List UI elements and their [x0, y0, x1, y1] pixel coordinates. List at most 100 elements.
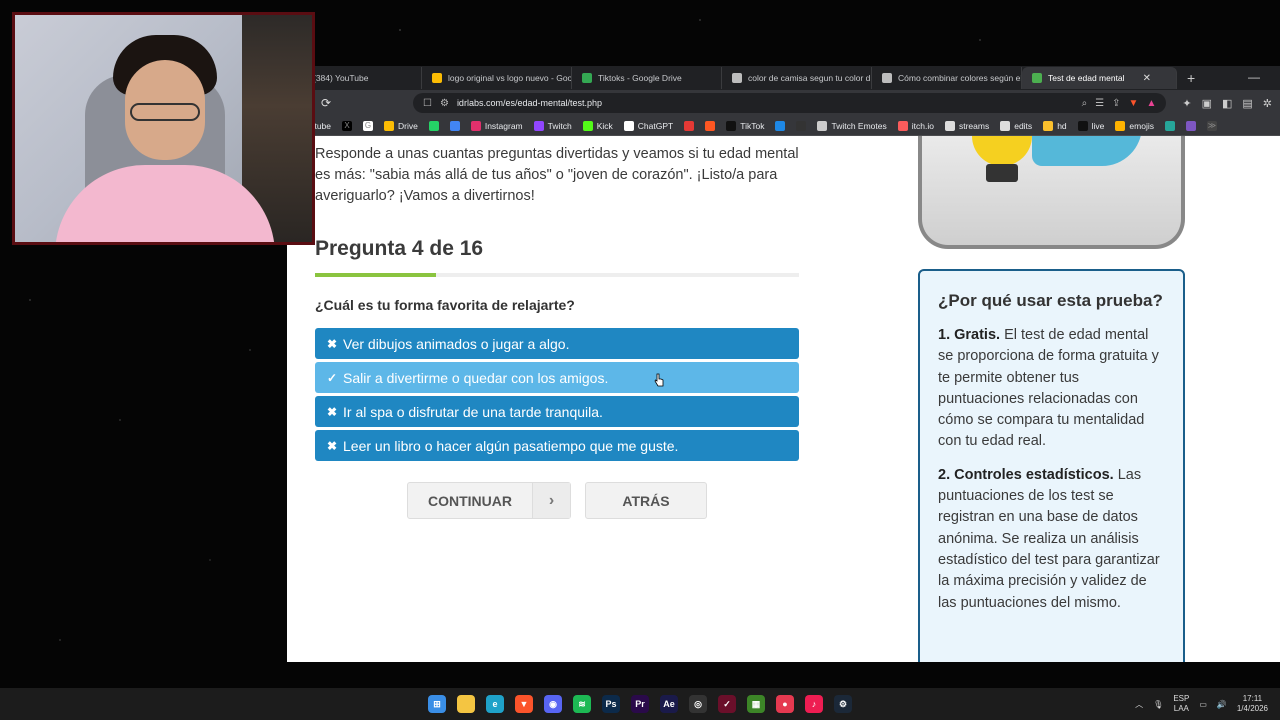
- bookmark-item[interactable]: live: [1077, 120, 1105, 131]
- check-icon: ✓: [327, 370, 338, 385]
- bookmark-item[interactable]: streams: [944, 120, 989, 131]
- clock-date: 1/4/2026: [1236, 704, 1268, 713]
- bookmark-label: emojis: [1129, 120, 1154, 131]
- browser-tab[interactable]: Test de edad mental ✕: [1022, 67, 1177, 89]
- record-icon[interactable]: ●: [776, 695, 794, 713]
- answer-list: ✖ Ver dibujos animados o jugar a algo. ✓…: [315, 328, 799, 461]
- point-free: 1. Gratis. El test de edad mental se pro…: [938, 325, 1165, 453]
- language-top: ESP: [1173, 694, 1190, 703]
- browser-tab[interactable]: color de camisa segun tu color d: [722, 67, 872, 89]
- point-free-text: El test de edad mental se proporciona de…: [938, 327, 1159, 450]
- bookmark-item[interactable]: [796, 120, 807, 131]
- minecraft-icon[interactable]: ▦: [747, 695, 765, 713]
- answer-label: Ir al spa o disfrutar de una tarde tranq…: [343, 403, 603, 420]
- bookmark-favicon-icon: X: [342, 120, 352, 131]
- browser-tab[interactable]: logo original vs logo nuevo - Goo: [422, 67, 572, 89]
- volume-icon[interactable]: 🔊: [1217, 700, 1227, 709]
- url-text[interactable]: idrlabs.com/es/edad-mental/test.php: [457, 98, 1074, 108]
- bookmark-item[interactable]: Twitch Emotes: [817, 120, 887, 131]
- close-tab-icon[interactable]: ✕: [1143, 73, 1151, 84]
- tiktok-icon[interactable]: ♪: [805, 695, 823, 713]
- back-button[interactable]: ATRÁS: [585, 482, 707, 519]
- bookmark-favicon-icon: [1043, 120, 1054, 131]
- edge-icon[interactable]: e: [486, 695, 504, 713]
- hand-cursor-icon: [654, 373, 664, 387]
- bookmark-label: live: [1091, 120, 1105, 131]
- bookmark-item[interactable]: Kick: [582, 120, 613, 131]
- wallet-icon[interactable]: ▣: [1202, 97, 1212, 110]
- bookmark-item[interactable]: [449, 120, 460, 131]
- photoshop-icon[interactable]: Ps: [602, 695, 620, 713]
- bookmark-item[interactable]: [1185, 120, 1196, 131]
- answer-option-1[interactable]: ✖ Ver dibujos animados o jugar a algo.: [315, 328, 799, 359]
- reload-icon[interactable]: ⟳: [319, 96, 333, 110]
- zoom-icon[interactable]: ⌕: [1082, 98, 1088, 109]
- bookmark-favicon-icon: [1164, 120, 1175, 131]
- question-title: Pregunta 4 de 16: [315, 237, 484, 260]
- tab-label: logo original vs logo nuevo - Goo: [448, 73, 572, 83]
- microphone-icon[interactable]: 🎙: [1153, 700, 1163, 709]
- nav-bar: › ⟳ ☐ ⚙ idrlabs.com/es/edad-mental/test.…: [287, 90, 1280, 116]
- browser-tab[interactable]: Cómo combinar colores según el: [872, 67, 1022, 89]
- tab-favicon-icon: [732, 73, 742, 83]
- continue-button[interactable]: CONTINUAR ›: [407, 482, 571, 519]
- premiere-icon[interactable]: Pr: [631, 695, 649, 713]
- clock[interactable]: 17:11 1/4/2026: [1237, 694, 1268, 714]
- bookmark-label: Twitch Emotes: [831, 120, 887, 131]
- discord-icon[interactable]: ◉: [544, 695, 562, 713]
- share-icon[interactable]: ⇪: [1112, 98, 1120, 109]
- reader-icon[interactable]: ☰: [1095, 98, 1104, 109]
- bookmark-item[interactable]: Drive: [384, 120, 418, 131]
- bookmark-favicon-icon: [705, 120, 716, 131]
- tabs-icon[interactable]: ▤: [1242, 97, 1252, 110]
- brave-shield-icon[interactable]: ▼: [1129, 98, 1139, 109]
- bookmarks-bar: outube X G Drive Instagram Twitch Kick ChatGPT T…: [287, 116, 1280, 136]
- brave-icon[interactable]: ▼: [515, 695, 533, 713]
- bookmark-item[interactable]: [1164, 120, 1175, 131]
- answer-option-2[interactable]: ✓ Salir a divertirme o quedar con los am…: [315, 362, 799, 393]
- language-indicator[interactable]: ESP LAA: [1173, 694, 1189, 714]
- steam-icon[interactable]: ⚙: [834, 695, 852, 713]
- bookmark-item[interactable]: [428, 120, 439, 131]
- bookmark-item[interactable]: ChatGPT: [623, 120, 674, 131]
- extensions-icon[interactable]: ✦: [1182, 97, 1191, 110]
- brave-rewards-icon[interactable]: ▲: [1146, 98, 1156, 109]
- bookmark-item[interactable]: X: [342, 120, 352, 131]
- bookmark-item[interactable]: [775, 120, 786, 131]
- spotify-icon[interactable]: ≋: [573, 695, 591, 713]
- tray-chevron-icon[interactable]: ︿: [1135, 699, 1143, 710]
- bookmark-item[interactable]: ≫: [1206, 120, 1217, 131]
- bookmark-item[interactable]: TikTok: [726, 120, 764, 131]
- tab-label: (384) YouTube: [313, 73, 369, 83]
- address-bar[interactable]: ☐ ⚙ idrlabs.com/es/edad-mental/test.php …: [413, 93, 1167, 113]
- bookmark-item[interactable]: G: [363, 120, 373, 131]
- minimize-button[interactable]: —: [1248, 70, 1260, 84]
- after-effects-icon[interactable]: Ae: [660, 695, 678, 713]
- bookmark-icon[interactable]: ☐: [423, 98, 432, 109]
- bookmark-favicon-icon: [1115, 120, 1126, 131]
- bookmark-item[interactable]: hd: [1043, 120, 1067, 131]
- answer-option-4[interactable]: ✖ Leer un libro o hacer algún pasatiempo…: [315, 430, 799, 461]
- vegas-icon[interactable]: ✓: [718, 695, 736, 713]
- bookmark-item[interactable]: edits: [1000, 120, 1032, 131]
- bookmark-label: ChatGPT: [637, 120, 674, 131]
- network-icon[interactable]: ▭: [1199, 700, 1207, 709]
- site-info-icon[interactable]: ⚙: [440, 98, 449, 109]
- bookmark-item[interactable]: [705, 120, 716, 131]
- bookmark-item[interactable]: Instagram: [470, 120, 523, 131]
- windows-start-icon[interactable]: ⊞: [428, 695, 446, 713]
- menu-icon[interactable]: ✲: [1263, 97, 1272, 110]
- sidebar-icon[interactable]: ◧: [1222, 97, 1232, 110]
- new-tab-button[interactable]: +: [1177, 70, 1205, 86]
- bookmark-item[interactable]: Twitch: [533, 120, 572, 131]
- file-explorer-icon[interactable]: [457, 695, 475, 713]
- answer-option-3[interactable]: ✖ Ir al spa o disfrutar de una tarde tra…: [315, 396, 799, 427]
- bookmark-item[interactable]: itch.io: [897, 120, 934, 131]
- bookmark-item[interactable]: [684, 120, 695, 131]
- browser-tab[interactable]: Tiktoks - Google Drive: [572, 67, 722, 89]
- bookmark-item[interactable]: emojis: [1115, 120, 1154, 131]
- point-stats-text: Las puntuaciones de los test se registra…: [938, 466, 1160, 611]
- obs-icon[interactable]: ◎: [689, 695, 707, 713]
- bookmark-favicon-icon: G: [363, 120, 373, 131]
- clock-time: 17:11: [1242, 694, 1263, 703]
